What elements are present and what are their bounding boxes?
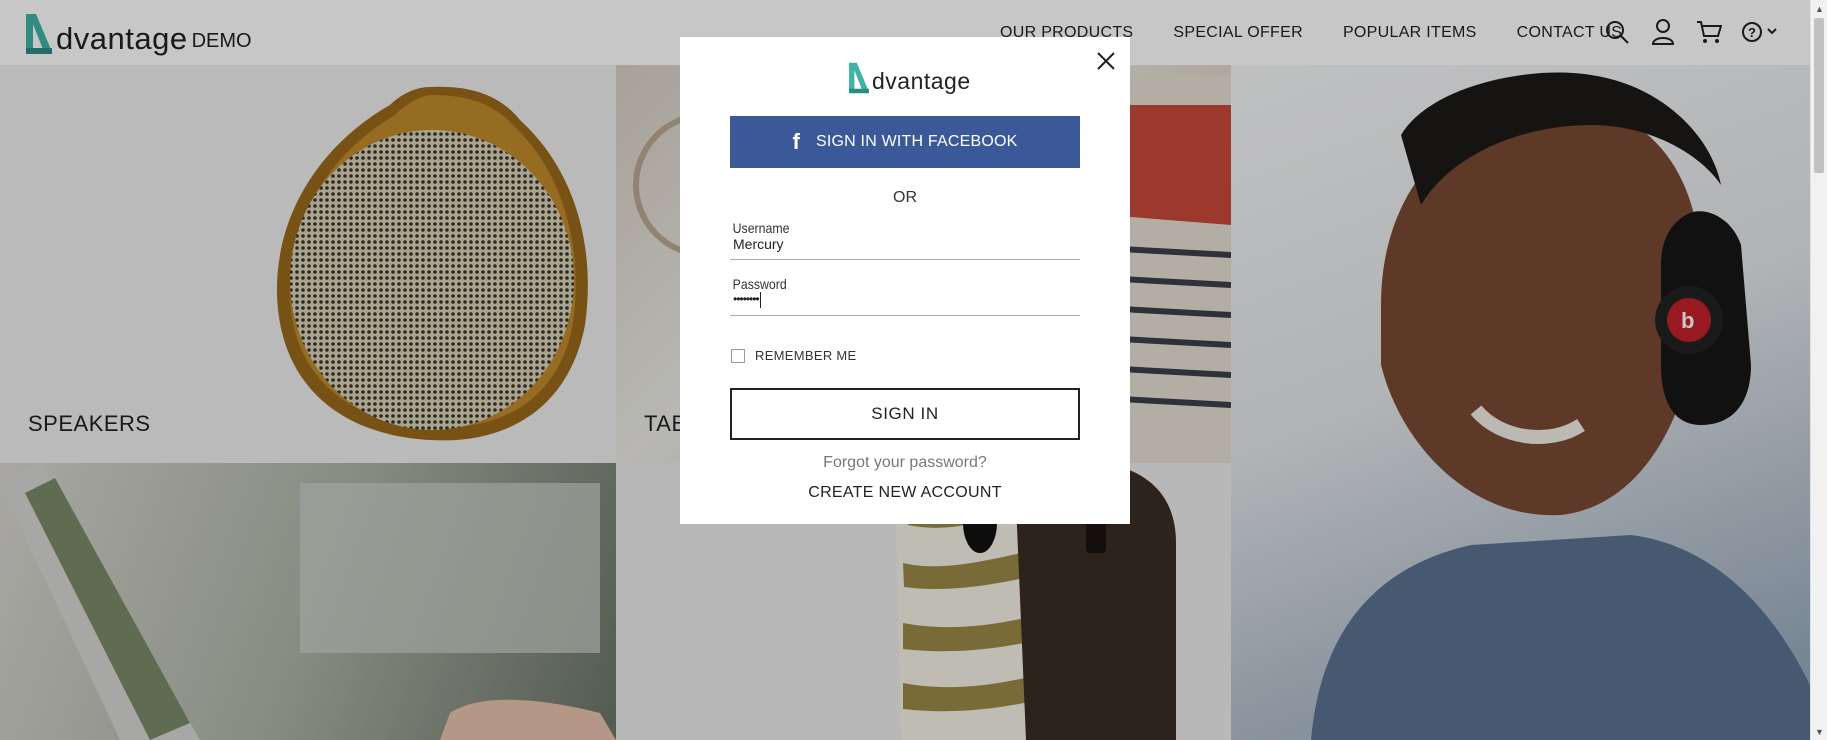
facebook-signin-label: SIGN IN WITH FACEBOOK <box>815 133 1018 150</box>
logo-mark-icon <box>849 62 869 94</box>
scroll-down-arrow-icon[interactable]: ▼ <box>1811 723 1827 740</box>
signin-button[interactable]: SIGN IN <box>730 388 1080 440</box>
scroll-up-arrow-icon[interactable]: ▲ <box>1811 0 1827 17</box>
or-divider: OR <box>893 189 917 206</box>
page-scrollbar[interactable]: ▲ ▼ <box>1810 0 1827 740</box>
password-mask: •••••••• <box>733 292 760 307</box>
scrollbar-thumb[interactable] <box>1814 18 1824 173</box>
text-caret <box>759 292 761 308</box>
remember-me-checkbox[interactable] <box>731 348 745 363</box>
password-field[interactable]: Password •••••••• <box>730 276 1080 316</box>
modal-logo: dvantage <box>846 61 971 95</box>
facebook-signin-button[interactable]: f SIGN IN WITH FACEBOOK <box>730 116 1080 168</box>
close-icon[interactable] <box>1094 49 1118 73</box>
facebook-icon: f <box>792 129 800 154</box>
create-account-link[interactable]: CREATE NEW ACCOUNT <box>680 484 1130 502</box>
modal-logo-wordmark: dvantage <box>872 68 971 94</box>
username-label: Username <box>732 220 790 236</box>
login-modal: dvantage f SIGN IN WITH FACEBOOK OR User… <box>680 37 1130 524</box>
forgot-password-link[interactable]: Forgot your password? <box>680 454 1130 472</box>
username-field[interactable]: Username Mercury <box>730 220 1080 260</box>
password-label: Password <box>732 276 787 292</box>
username-input[interactable]: Mercury <box>730 236 1080 252</box>
remember-me[interactable]: REMEMBER ME <box>730 348 857 363</box>
password-input[interactable]: •••••••• <box>730 292 1080 308</box>
remember-me-label: REMEMBER ME <box>755 348 857 363</box>
